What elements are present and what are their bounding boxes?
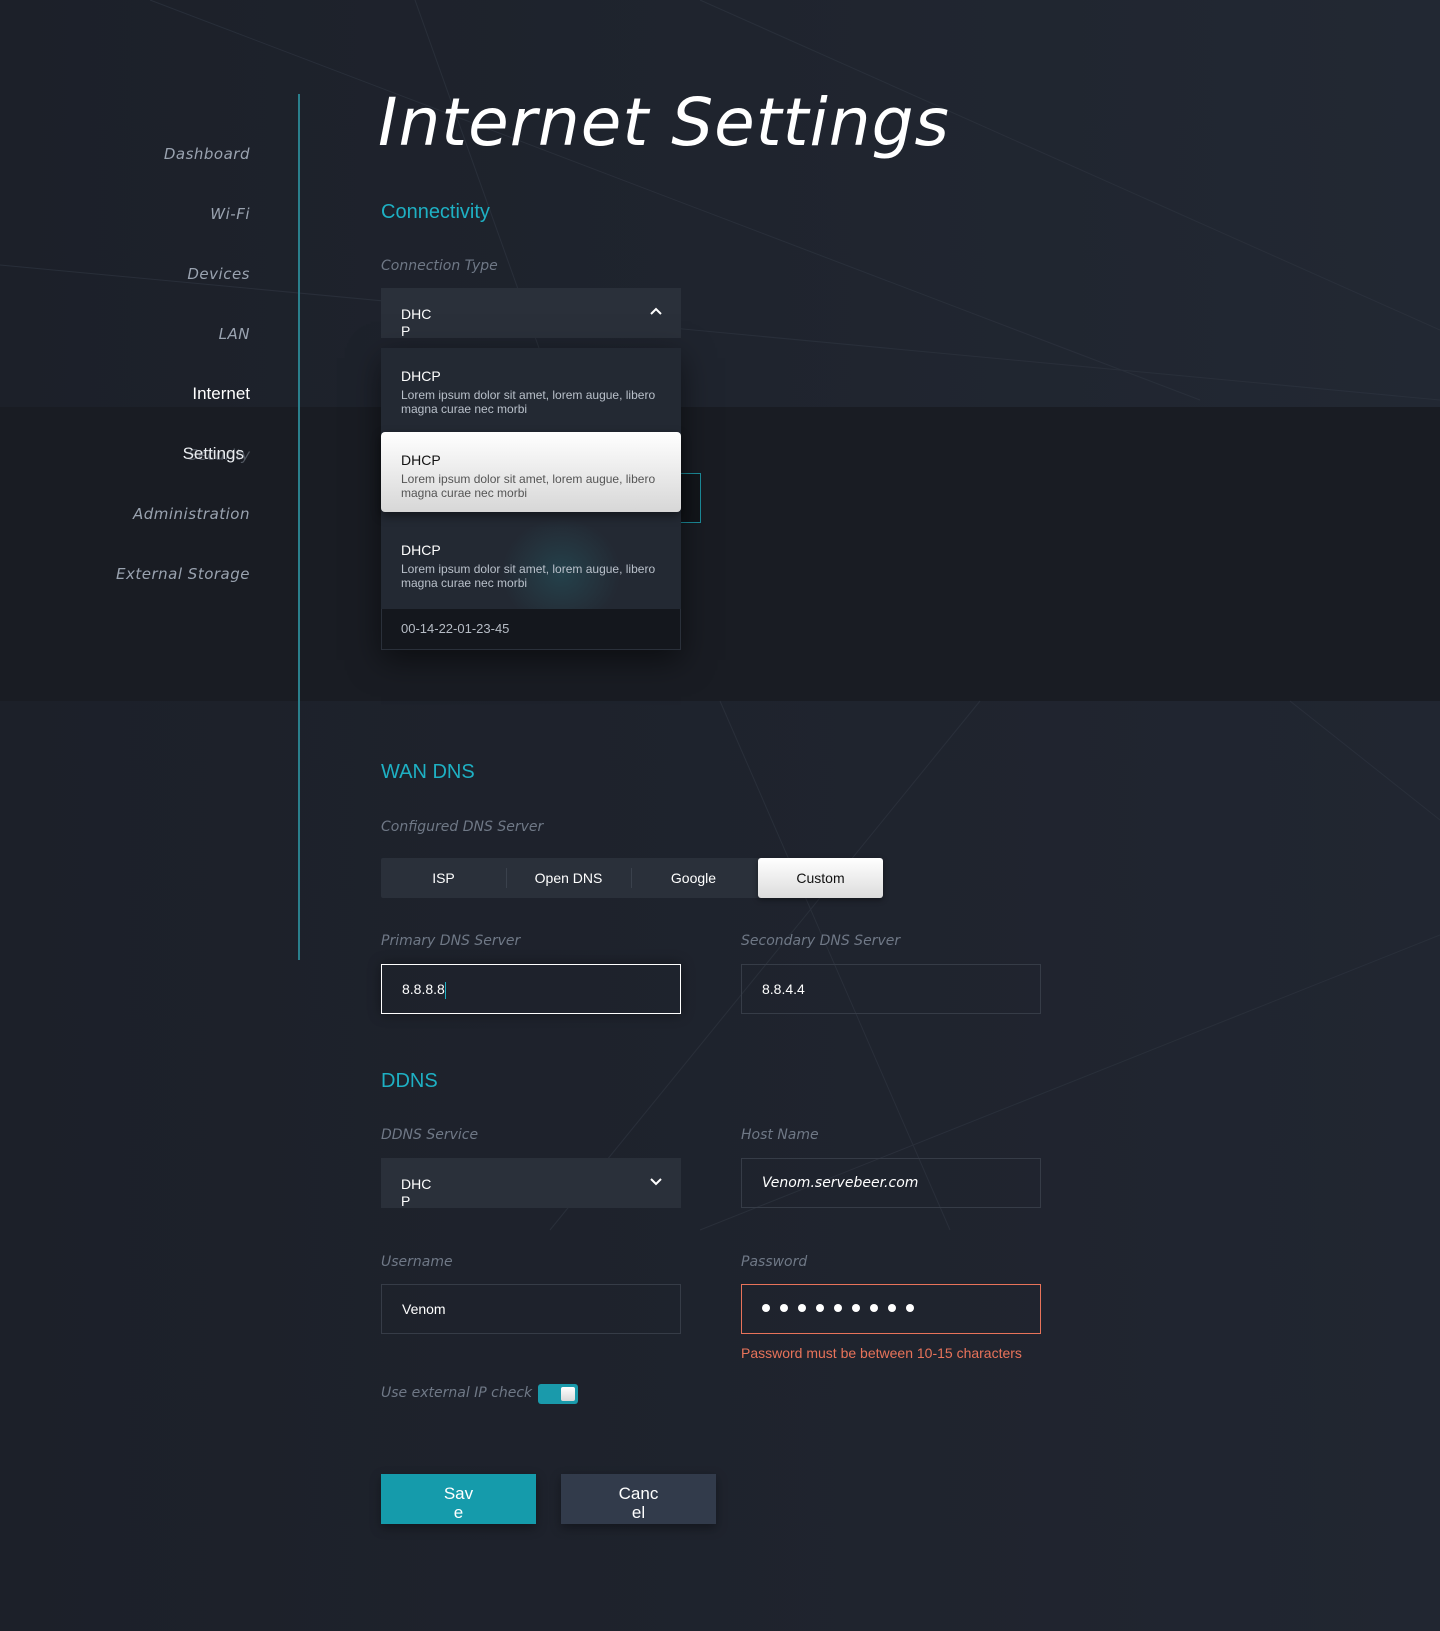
mac-address-row: 00-14-22-01-23-45 <box>381 609 681 650</box>
option-description: Lorem ipsum dolor sit amet, lorem augue,… <box>401 472 656 500</box>
sidebar-item-devices[interactable]: Devices <box>50 265 250 283</box>
ddns-service-label: DDNS Service <box>381 1127 479 1143</box>
password-input[interactable] <box>741 1284 1041 1334</box>
option-title: DHCP <box>401 452 441 468</box>
sidebar-item-dashboard[interactable]: Dashboard <box>50 145 250 163</box>
password-dot <box>816 1304 824 1312</box>
dns-option-google[interactable]: Google <box>631 858 756 898</box>
option-title: DHCP <box>401 368 441 384</box>
dropdown-option[interactable]: DHCP Lorem ipsum dolor sit amet, lorem a… <box>381 522 681 602</box>
secondary-dns-input[interactable]: 8.8.4.4 <box>741 964 1041 1014</box>
obscured-input <box>681 473 701 523</box>
wan-dns-section-title: WAN DNS <box>381 761 475 783</box>
dns-option-isp[interactable]: ISP <box>381 858 506 898</box>
configured-dns-label: Configured DNS Server <box>381 819 544 835</box>
connection-type-dropdown: DHCP Lorem ipsum dolor sit amet, lorem a… <box>381 348 681 650</box>
top-background <box>0 0 1440 407</box>
cancel-button[interactable]: Cancel <box>561 1474 716 1524</box>
sidebar-item-wifi[interactable]: Wi-Fi <box>50 205 250 223</box>
sidebar-item-lan[interactable]: LAN <box>50 325 250 343</box>
connectivity-section-title: Connectivity <box>381 201 490 223</box>
ddns-service-value: DHCP <box>401 1176 432 1209</box>
dropdown-option-highlighted[interactable]: DHCP Lorem ipsum dolor sit amet, lorem a… <box>381 432 681 512</box>
primary-dns-value: 8.8.8.8 <box>402 981 445 997</box>
chevron-down-icon <box>650 1178 662 1186</box>
password-mask <box>762 1304 914 1312</box>
sidebar-item-external-storage[interactable]: External Storage <box>50 565 250 583</box>
external-ip-check-toggle[interactable] <box>538 1384 578 1404</box>
password-dot <box>888 1304 896 1312</box>
bottom-background <box>0 701 1440 1631</box>
password-dot <box>906 1304 914 1312</box>
password-dot <box>780 1304 788 1312</box>
sidebar-subitem-settings[interactable]: Settings <box>44 444 244 464</box>
sidebar-item-administration[interactable]: Administration <box>50 505 250 523</box>
cancel-button-label: Cancel <box>618 1484 659 1522</box>
secondary-dns-value: 8.8.4.4 <box>762 981 805 997</box>
chevron-up-icon <box>650 307 662 315</box>
text-caret <box>444 981 446 999</box>
save-button[interactable]: Save <box>381 1474 536 1524</box>
host-name-value: Venom.servebeer.com <box>762 1175 919 1191</box>
connection-type-select[interactable]: DHCP <box>381 288 681 339</box>
password-dot <box>762 1304 770 1312</box>
password-label: Password <box>741 1254 808 1270</box>
sidebar-item-internet[interactable]: Internet <box>50 384 250 404</box>
option-description: Lorem ipsum dolor sit amet, lorem augue,… <box>401 388 656 416</box>
page-title: Internet Settings <box>378 84 950 161</box>
connection-type-value: DHCP <box>401 306 432 339</box>
option-title: DHCP <box>401 542 441 558</box>
secondary-dns-label: Secondary DNS Server <box>741 933 901 949</box>
password-dot <box>798 1304 806 1312</box>
dns-server-segmented-control: ISP Open DNS Google Custom <box>381 858 883 898</box>
external-ip-check-label: Use external IP check <box>381 1385 533 1401</box>
password-error-message: Password must be between 10-15 character… <box>741 1345 1022 1361</box>
dropdown-option[interactable]: DHCP Lorem ipsum dolor sit amet, lorem a… <box>381 348 681 428</box>
primary-dns-label: Primary DNS Server <box>381 933 521 949</box>
option-description: Lorem ipsum dolor sit amet, lorem augue,… <box>401 562 656 590</box>
username-label: Username <box>381 1254 453 1270</box>
password-dot <box>852 1304 860 1312</box>
host-name-label: Host Name <box>741 1127 819 1143</box>
sidebar-divider <box>298 94 300 960</box>
connection-type-label: Connection Type <box>381 258 498 274</box>
dns-option-open-dns[interactable]: Open DNS <box>506 858 631 898</box>
password-dot <box>834 1304 842 1312</box>
primary-dns-input[interactable]: 8.8.8.8 <box>381 964 681 1014</box>
ddns-section-title: DDNS <box>381 1070 438 1092</box>
host-name-input[interactable]: Venom.servebeer.com <box>741 1158 1041 1208</box>
password-dot <box>870 1304 878 1312</box>
save-button-label: Save <box>443 1484 474 1522</box>
dns-option-custom[interactable]: Custom <box>758 858 883 898</box>
username-input[interactable]: Venom <box>381 1284 681 1334</box>
username-value: Venom <box>402 1301 446 1317</box>
toggle-knob <box>561 1387 575 1401</box>
mac-address-value: 00-14-22-01-23-45 <box>401 621 510 636</box>
ddns-service-select[interactable]: DHCP <box>381 1158 681 1209</box>
